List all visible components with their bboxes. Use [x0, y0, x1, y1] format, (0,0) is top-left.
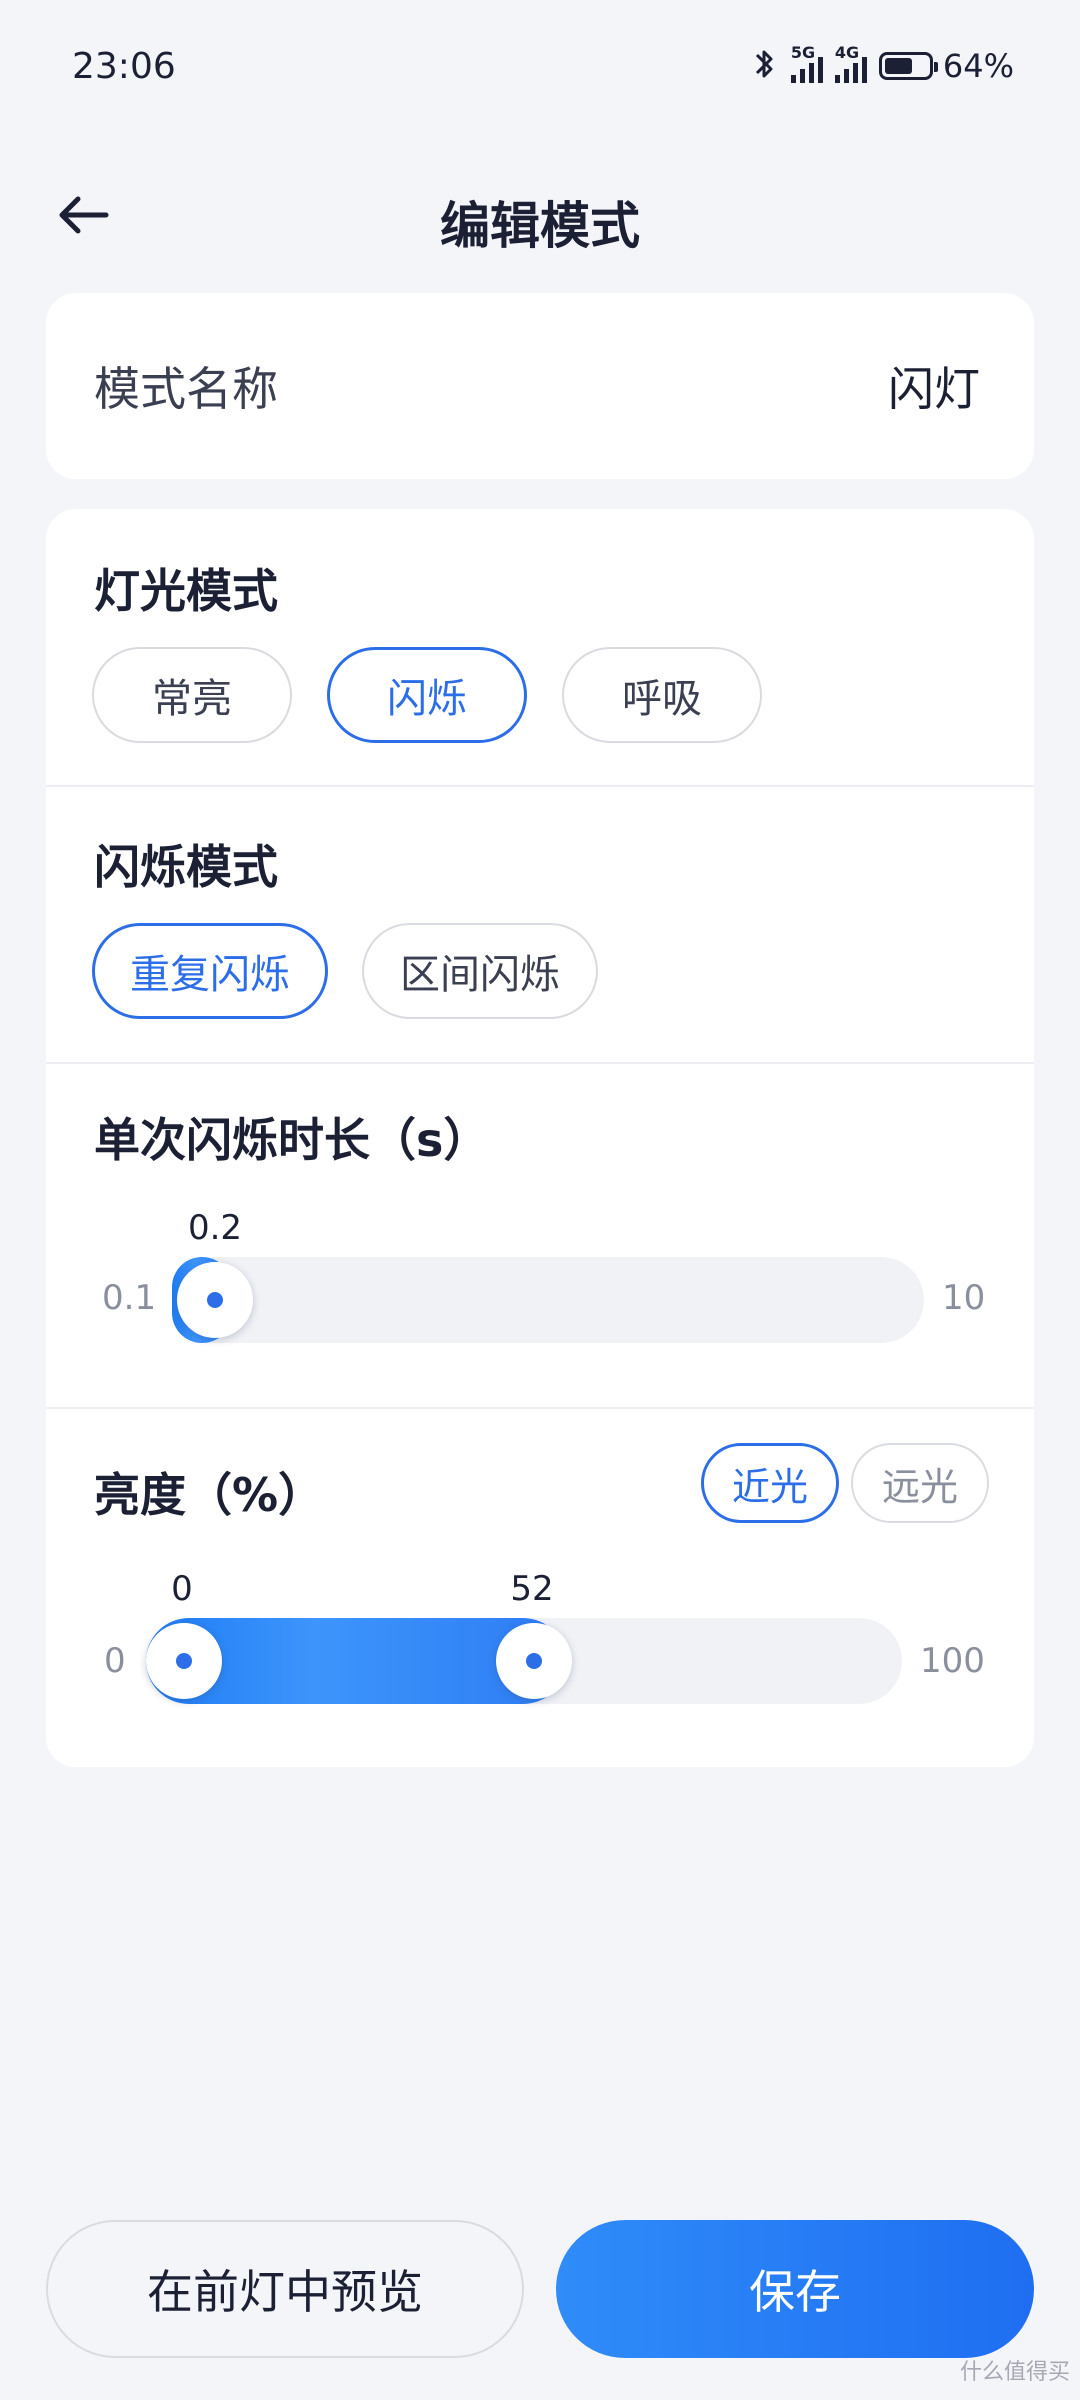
flash-duration-title: 单次闪烁时长（s）: [94, 1113, 490, 1167]
status-time: 23:06: [72, 46, 176, 87]
flash-duration-min: 0.1: [102, 1278, 157, 1318]
brightness-section: 亮度（%） 近光 远光 0 52 0 100: [46, 1409, 1034, 1767]
preview-in-headlight-button[interactable]: 在前灯中预览: [46, 2220, 524, 2358]
flash-mode-title: 闪烁模式: [94, 840, 278, 894]
signal-5g-label: 5G: [790, 43, 816, 62]
mode-name-value: 闪灯: [888, 362, 980, 416]
flash-mode-option-repeat[interactable]: 重复闪烁: [92, 923, 328, 1019]
brightness-title: 亮度（%）: [94, 1468, 325, 1522]
signal-5g-icon: 5G: [790, 43, 823, 83]
flash-duration-section: 单次闪烁时长（s） 0.2 0.1 10: [46, 1064, 1034, 1408]
signal-4g-icon: 4G: [834, 43, 867, 83]
settings-card: 灯光模式 常亮 闪烁 呼吸 闪烁模式 重复闪烁 区间闪烁 单次闪烁时长（s） 0…: [46, 509, 1034, 1767]
brightness-slider-high-handle[interactable]: [496, 1623, 572, 1699]
flash-duration-slider[interactable]: [172, 1257, 924, 1343]
flash-duration-slider-handle[interactable]: [177, 1262, 253, 1338]
brightness-low-value: 0: [171, 1569, 193, 1609]
mode-name-row[interactable]: 模式名称 闪灯: [46, 293, 1034, 479]
flash-duration-max: 10: [942, 1278, 986, 1318]
brightness-max: 100: [920, 1641, 985, 1681]
mode-name-label: 模式名称: [94, 362, 278, 416]
flash-mode-section: 闪烁模式 重复闪烁 区间闪烁: [46, 787, 1034, 1063]
save-button[interactable]: 保存: [556, 2220, 1034, 2358]
flash-duration-value: 0.2: [187, 1208, 243, 1248]
battery-fill: [884, 58, 912, 74]
light-mode-option-breath[interactable]: 呼吸: [562, 647, 762, 743]
light-mode-option-steady[interactable]: 常亮: [92, 647, 292, 743]
status-icons: 5G 4G 64%: [751, 43, 1014, 86]
signal-4g-label: 4G: [834, 43, 860, 62]
status-bar: 23:06 5G 4G 64%: [0, 0, 1080, 130]
brightness-slider-low-handle[interactable]: [146, 1623, 222, 1699]
battery-percent: 64%: [942, 47, 1014, 85]
watermark: 什么值得买: [959, 2360, 1070, 2385]
battery: 64%: [878, 47, 1014, 85]
brightness-min: 0: [104, 1641, 126, 1681]
beam-option-low[interactable]: 近光: [701, 1443, 839, 1523]
light-mode-section: 灯光模式 常亮 闪烁 呼吸: [46, 509, 1034, 785]
bluetooth-icon: [751, 46, 779, 86]
light-mode-option-flash[interactable]: 闪烁: [327, 647, 527, 743]
beam-option-high[interactable]: 远光: [851, 1443, 989, 1523]
brightness-high-value: 52: [510, 1569, 554, 1609]
light-mode-title: 灯光模式: [94, 564, 278, 618]
page-title: 编辑模式: [440, 197, 640, 255]
battery-icon: [878, 52, 938, 80]
header: 编辑模式: [0, 160, 1080, 270]
flash-mode-option-interval[interactable]: 区间闪烁: [362, 923, 598, 1019]
